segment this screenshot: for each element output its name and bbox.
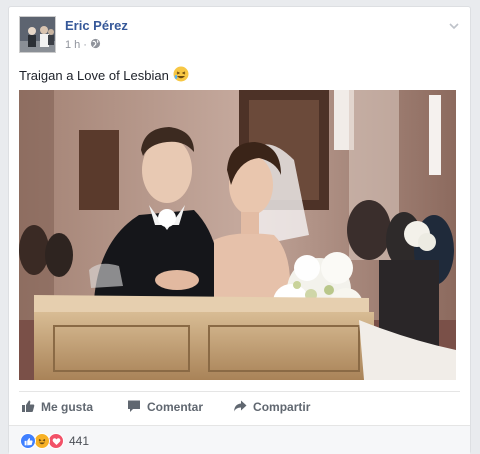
like-button[interactable]: Me gusta — [21, 397, 93, 417]
reactions-summary[interactable]: 441 — [20, 433, 89, 449]
love-reaction-icon — [48, 433, 64, 449]
author-name[interactable]: Eric Pérez — [65, 18, 128, 33]
share-label: Compartir — [253, 400, 311, 414]
haha-reaction-icon — [34, 433, 50, 449]
share-button[interactable]: Compartir — [233, 397, 310, 417]
post-text-content: Traigan a Love of Lesbian — [19, 68, 169, 83]
actions-divider — [19, 391, 460, 392]
meta-separator: · — [83, 39, 87, 51]
reactions-bar: 441 — [9, 425, 470, 454]
reaction-count[interactable]: 441 — [69, 434, 89, 448]
comment-icon — [127, 399, 141, 416]
like-reaction-icon — [20, 433, 36, 449]
post-card: Eric Pérez 1 h · Traigan a Love of Lesbi… — [8, 6, 471, 454]
chevron-down-icon[interactable] — [448, 19, 460, 31]
post-photo[interactable] — [19, 90, 456, 380]
post-time[interactable]: 1 h — [65, 39, 80, 51]
comment-label: Comentar — [147, 400, 204, 414]
like-label: Me gusta — [41, 400, 94, 414]
share-icon — [233, 399, 247, 416]
globe-icon[interactable] — [90, 38, 101, 52]
comment-button[interactable]: Comentar — [127, 397, 203, 417]
post-actions: Me gusta Comentar Compartir — [19, 397, 460, 417]
author-avatar[interactable] — [19, 16, 56, 53]
thumbs-up-icon — [21, 399, 35, 416]
post-text: Traigan a Love of Lesbian — [19, 66, 189, 85]
laughing-emoji-icon — [173, 66, 189, 85]
post-meta: 1 h · — [65, 38, 101, 52]
